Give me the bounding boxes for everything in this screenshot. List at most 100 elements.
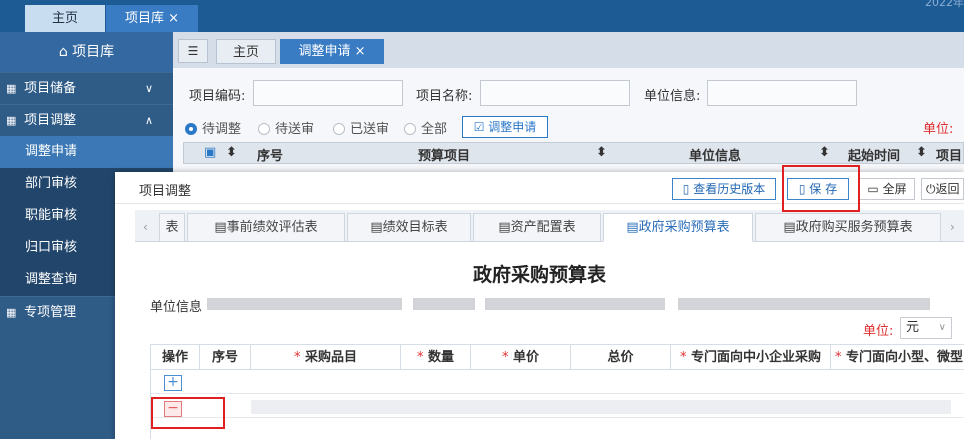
close-icon[interactable]: × (355, 44, 366, 59)
unit-select[interactable]: 元 ∨ (900, 317, 952, 339)
col-micro: * 专门面向小型、微型 (831, 344, 964, 370)
tab-label: 绩效目标表 (382, 220, 448, 235)
sidebar-item-label: 项目储备 (24, 81, 77, 96)
radio-dot (185, 123, 197, 135)
tab-pre-assessment[interactable]: ▤事前绩效评估表 (187, 213, 345, 242)
grid-icon: ▦ (6, 114, 17, 127)
sidebar-item-label: 项目调整 (24, 113, 77, 128)
redacted-text (207, 298, 402, 310)
home-icon: ⌂ (58, 44, 68, 60)
radio-label: 待调整 (202, 122, 242, 137)
col-start: 起始时间 (848, 149, 901, 164)
sidebar-item-project-reserve[interactable]: ▦ 项目储备 ∨ (0, 72, 173, 104)
col-seq: 序号 (257, 149, 284, 164)
sort-icon[interactable]: ⬍ (596, 145, 607, 160)
tab-gov-service-purchase[interactable]: ▤政府购买服务预算表 (755, 213, 941, 242)
unit-input[interactable] (707, 80, 857, 106)
unit-info-label: 单位信息 (150, 300, 203, 315)
tab-label: 资产配置表 (510, 220, 576, 235)
chevron-left-icon[interactable]: ‹ (143, 220, 148, 234)
tab-home[interactable]: 主页 (216, 39, 276, 64)
document-icon: ▯ (682, 182, 690, 196)
col-proj: 项目 (936, 149, 963, 164)
radio-label: 已送审 (350, 122, 390, 137)
col-total: 总价 (571, 344, 671, 370)
fullscreen-icon: ▭ (867, 182, 879, 196)
sort-icon[interactable]: ⬍ (226, 145, 237, 160)
radio-label: 全部 (421, 122, 448, 137)
top-tab-label: 项目库 (124, 11, 164, 26)
unit-value: 元 (906, 320, 920, 335)
sidebar-item-label: 专项管理 (24, 305, 77, 320)
radio-submitted[interactable]: 已送审 (333, 118, 389, 137)
radio-dot (333, 123, 345, 135)
tab-gov-procurement[interactable]: ▤政府采购预算表 (603, 213, 753, 242)
unit-label: 单位信息: (644, 89, 701, 104)
tab-performance-goal[interactable]: ▤绩效目标表 (347, 213, 471, 242)
required-mark: * (416, 350, 424, 365)
tab-label: 政府采购预算表 (638, 220, 730, 235)
chevron-down-icon: ∨ (144, 82, 153, 95)
code-input[interactable] (253, 80, 403, 106)
required-mark: * (293, 350, 301, 365)
chevron-right-icon[interactable]: › (950, 220, 955, 234)
sidebar-title: 项目库 (72, 44, 115, 60)
form-icon: ▤ (498, 220, 511, 235)
code-label: 项目编码: (189, 89, 246, 104)
close-icon[interactable]: × (168, 11, 179, 26)
highlight-box-remove (151, 397, 225, 429)
back-button[interactable]: ⏻返回 (921, 178, 964, 200)
button-label: 返回 (935, 182, 960, 196)
grid-icon: ▦ (6, 306, 17, 319)
add-row-button[interactable]: + (164, 375, 182, 391)
adjust-modal: 项目调整 ▯ 查看历史版本 ▯ 保 存 ▭ 全屏 ⏻返回 ‹ 表 ▤事前绩效评估… (115, 172, 964, 439)
col-seq: 序号 (200, 344, 251, 370)
tab-adjust-apply[interactable]: 调整申请 × (280, 39, 384, 64)
tab-label: 政府购买服务预算表 (795, 220, 913, 235)
top-tab-project-library[interactable]: 项目库 × (106, 5, 198, 32)
col-item: * 采购品目 (251, 344, 401, 370)
redacted-row (251, 400, 951, 414)
sort-icon[interactable]: ⬍ (819, 145, 830, 160)
highlight-box-save (782, 165, 860, 212)
table-row (151, 370, 964, 394)
radio-all[interactable]: 全部 (404, 118, 447, 137)
tab-asset-config[interactable]: ▤资产配置表 (473, 213, 601, 242)
top-tab-home[interactable]: 主页 (25, 5, 105, 32)
button-label: 全屏 (882, 182, 907, 196)
adjust-apply-button[interactable]: ☑ 调整申请 (462, 116, 548, 138)
history-version-button[interactable]: ▯ 查看历史版本 (672, 178, 776, 200)
menu-toggle-button[interactable]: ☰ (178, 39, 208, 63)
power-icon: ⏻ (926, 182, 936, 196)
sidebar-sub-adjust-apply[interactable]: 调整申请 (0, 136, 173, 168)
radio-dot (258, 123, 270, 135)
form-icon: ▤ (370, 220, 383, 235)
redacted-text (678, 298, 930, 310)
radio-to-adjust[interactable]: 待调整 (185, 118, 241, 137)
col-op: 操作 (151, 344, 200, 370)
form-icon: ▤ (783, 220, 796, 235)
edit-icon: ☑ (473, 120, 485, 134)
col-label: 单价 (513, 350, 540, 365)
sidebar-item-project-adjust[interactable]: ▦ 项目调整 ∧ (0, 104, 173, 136)
radio-dot (404, 123, 416, 135)
fullscreen-button[interactable]: ▭ 全屏 (859, 178, 915, 200)
col-label: 专门面向小型、微型 (846, 350, 964, 365)
tab-label: 事前绩效评估表 (226, 220, 318, 235)
tab-prev-partial[interactable]: 表 (159, 213, 185, 242)
name-label: 项目名称: (416, 89, 473, 104)
redacted-text (413, 298, 475, 310)
unit-label: 单位: (863, 324, 894, 339)
col-sme: * 专门面向中小企业采购 (671, 344, 831, 370)
checkbox-icon[interactable]: ▣ (204, 145, 216, 160)
sheet-title: 政府采购预算表 (472, 264, 606, 286)
inner-tab-bar: ☰ 主页 调整申请 × (173, 32, 964, 68)
radio-to-submit[interactable]: 待送审 (258, 118, 314, 137)
sort-icon[interactable]: ⬍ (916, 145, 927, 160)
name-input[interactable] (480, 80, 630, 106)
top-tab-home-label: 主页 (51, 11, 78, 26)
col-label: 数量 (428, 350, 455, 365)
required-mark: * (501, 350, 509, 365)
procurement-table: 操作 序号 * 采购品目 * 数量 * 单价 总价 * 专门面向中小企业采购 *… (150, 344, 964, 439)
button-label: 查看历史版本 (693, 182, 766, 196)
